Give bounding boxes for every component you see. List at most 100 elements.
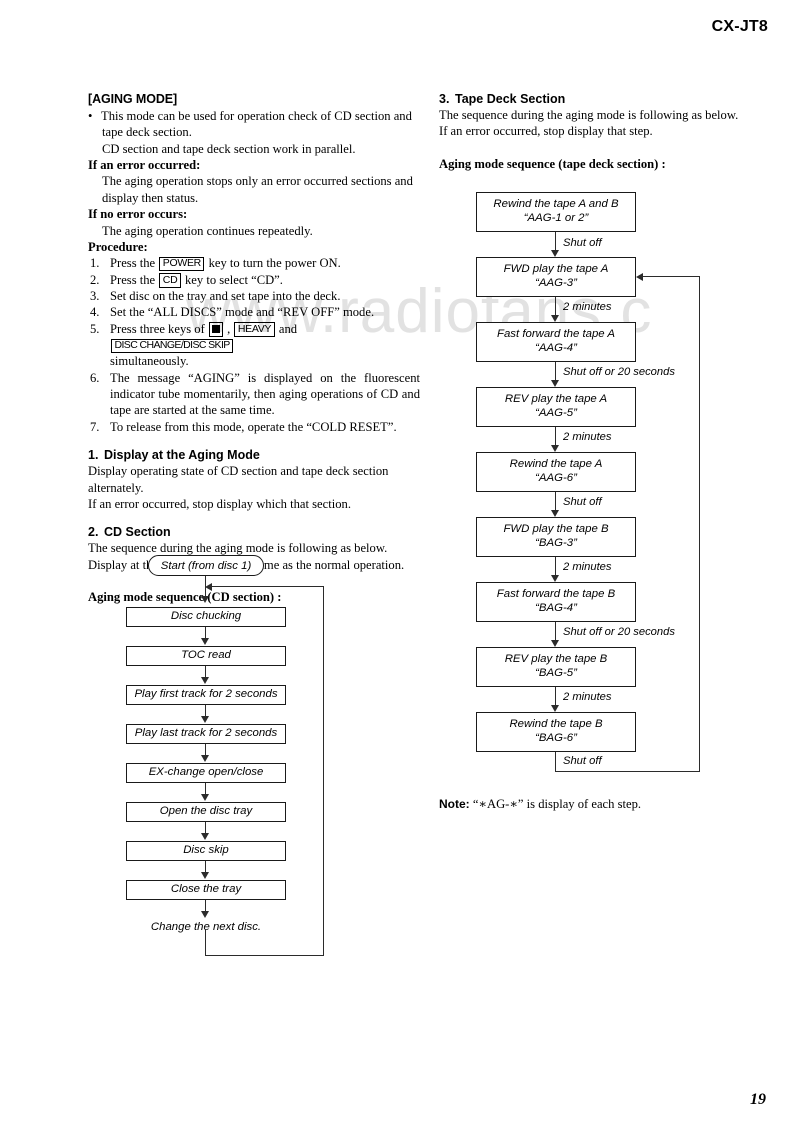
step-text: Press three keys of , HEAVY and DISC CHA… (110, 321, 420, 354)
tape-flow-step-4: REV play the tape A “AAG-5” (476, 387, 636, 427)
error-occurred-line-1: The aging operation stops only an error … (102, 174, 413, 189)
error-occurred-heading: If an error occurred: (88, 158, 201, 173)
tape-step-6-line-2: “BAG-3” (535, 537, 577, 549)
tape-connector-5 (555, 492, 557, 511)
cd-key[interactable]: CD (159, 273, 181, 288)
section-3-number: 3. (439, 92, 450, 106)
procedure-step-5: 5. Press three keys of , HEAVY and DISC … (88, 321, 420, 354)
cd-flow-step-2: TOC read (126, 646, 286, 666)
step-1-pre: Press the (110, 256, 159, 271)
tape-arrowhead-7 (551, 640, 559, 647)
disc-change-disc-skip-key[interactable]: DISC CHANGE/DISC SKIP (111, 338, 234, 354)
cd-arrowhead-3 (201, 716, 209, 723)
tape-step-7-line-1: Fast forward the tape B (496, 588, 616, 601)
step-index: 5. (90, 321, 100, 336)
tape-feedback-bottom-line (555, 771, 700, 773)
procedure-list: 1. Press the POWER key to turn the power… (88, 255, 420, 435)
cd-arrowhead-7 (201, 872, 209, 879)
tape-arrowhead-4 (551, 445, 559, 452)
cd-feedback-arrowhead (205, 583, 212, 591)
tape-step-3-line-1: Fast forward the tape A (497, 328, 615, 341)
stop-key[interactable] (208, 321, 223, 337)
cd-arrowhead-2 (201, 677, 209, 684)
cd-flow-step-7: Disc skip (126, 841, 286, 861)
cd-flow-step-6: Open the disc tray (126, 802, 286, 822)
tape-arrowhead-2 (551, 315, 559, 322)
power-key[interactable]: POWER (159, 256, 205, 272)
section-2-heading: 2. CD Section (88, 525, 420, 539)
tape-flow-step-9: Rewind the tape B “BAG-6” (476, 712, 636, 752)
tape-feedback-right-line (699, 276, 701, 772)
tape-step-2-line-2: “AAG-3” (535, 277, 577, 289)
tape-edge-label-6: 2 minutes (563, 561, 612, 573)
section-2-number: 2. (88, 525, 99, 540)
section-3-line-2: If an error occurred, stop display that … (439, 124, 653, 139)
procedure-step-1: 1. Press the POWER key to turn the power… (88, 255, 420, 272)
cd-feedback-right-line (323, 586, 325, 956)
cd-arrowhead-5 (201, 794, 209, 801)
tape-edge-label-4: 2 minutes (563, 431, 612, 443)
no-error-heading: If no error occurs: (88, 207, 188, 222)
step-5-mid-2: and (275, 321, 298, 336)
cd-feedback-tail-line (205, 930, 207, 956)
cd-flow-step-1: Disc chucking (126, 607, 286, 627)
error-occurred-line-2: display then status. (102, 190, 199, 205)
tape-edge-label-2: 2 minutes (563, 301, 612, 313)
tape-connector-6 (555, 557, 557, 576)
tape-arrowhead-3 (551, 380, 559, 387)
bullet-item: • This mode can be used for operation ch… (88, 108, 420, 124)
step-text: The message “AGING” is displayed on the … (110, 370, 420, 418)
left-column: [AGING MODE] • This mode can be used for… (88, 92, 420, 605)
tape-edge-label-9: Shut off (563, 755, 602, 767)
tape-edge-label-3: Shut off or 20 seconds (563, 366, 675, 378)
step-index: 4. (90, 305, 100, 320)
tape-flow-step-5: Rewind the tape A “AAG-6” (476, 452, 636, 492)
tape-edge-label-1: Shut off (563, 237, 602, 249)
step-2-post: key to select “CD”. (181, 272, 283, 287)
tape-step-9-line-1: Rewind the tape B (509, 718, 603, 731)
tape-connector-7 (555, 622, 557, 641)
tape-feedback-arrowhead (636, 273, 643, 281)
step-5-mid-1: , (223, 321, 234, 336)
tape-connector-4 (555, 427, 557, 446)
step-5-pre: Press three keys of (110, 321, 208, 336)
page-number: 19 (750, 1091, 766, 1108)
right-column: 3. Tape Deck Section The sequence during … (439, 92, 739, 172)
manual-page: www.radiofans.c CX-JT8 19 [AGING MODE] •… (0, 0, 800, 1133)
tape-feedback-top-line (642, 276, 700, 278)
tape-connector-1 (555, 232, 557, 251)
tape-connector-8 (555, 687, 557, 706)
cd-arrowhead-4 (201, 755, 209, 762)
cd-arrowhead-6 (201, 833, 209, 840)
tape-connector-3 (555, 362, 557, 381)
stop-square-icon (211, 324, 220, 333)
cd-sequence-label: Aging mode sequence (CD section) : (88, 589, 282, 604)
cd-arrowhead-8 (201, 911, 209, 918)
tape-flow-step-6: FWD play the tape B “BAG-3” (476, 517, 636, 557)
section-3-title: Tape Deck Section (455, 92, 566, 106)
section-1-line-3: If an error occurred, stop display which… (88, 496, 351, 511)
tape-flow-step-8: REV play the tape B “BAG-5” (476, 647, 636, 687)
step-index: 1. (90, 256, 100, 271)
cd-flow-start-oval: Start (from disc 1) (148, 555, 264, 576)
step-text: Press the POWER key to turn the power ON… (110, 255, 420, 272)
tape-step-4-line-1: REV play the tape A (504, 393, 608, 406)
tape-sequence-label: Aging mode sequence (tape deck section) … (439, 156, 666, 171)
no-error-line-1: The aging operation continues repeatedly… (102, 223, 313, 238)
bullet-line-1: This mode can be used for operation chec… (101, 109, 412, 123)
tape-step-7-line-2: “BAG-4” (535, 602, 577, 614)
tape-flow-step-3: Fast forward the tape A “AAG-4” (476, 322, 636, 362)
tape-edge-label-5: Shut off (563, 496, 602, 508)
tape-flow-note: Note: “∗AG-∗” is display of each step. (439, 796, 641, 812)
tape-step-4-line-2: “AAG-5” (535, 407, 577, 419)
tape-step-5-line-2: “AAG-6” (535, 472, 577, 484)
tape-arrowhead-5 (551, 510, 559, 517)
step-1-post: key to turn the power ON. (205, 256, 341, 271)
cd-arrowhead-1 (201, 638, 209, 645)
section-1-heading: 1. Display at the Aging Mode (88, 448, 420, 462)
tape-arrowhead-6 (551, 575, 559, 582)
heavy-key[interactable]: HEAVY (234, 322, 275, 337)
section-3-line-1: The sequence during the aging mode is fo… (439, 108, 739, 122)
section-1-title: Display at the Aging Mode (104, 448, 260, 463)
section-1-line-2: alternately. (88, 480, 144, 495)
